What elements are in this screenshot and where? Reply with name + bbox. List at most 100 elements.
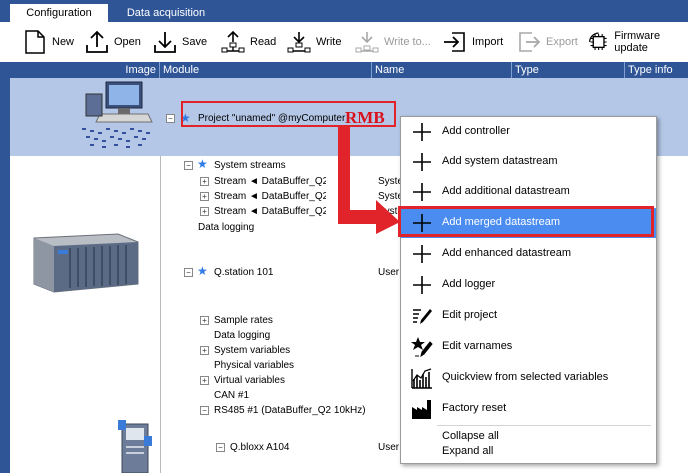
toolbar: New Open Save Read Write Write to... Imp… — [0, 22, 688, 63]
col-type-info[interactable]: Type info — [625, 62, 688, 78]
expand-toggle[interactable]: + — [200, 192, 209, 201]
star-icon: ★ — [197, 157, 208, 171]
import-label: Import — [472, 36, 504, 48]
write-to-label: Write to... — [384, 36, 431, 48]
menu-item-label: Edit project — [442, 309, 498, 321]
system-streams-label[interactable]: System streams — [214, 160, 286, 171]
new-label: New — [52, 36, 75, 48]
virtual-variables-label[interactable]: Virtual variables — [214, 375, 285, 386]
col-type[interactable]: Type — [512, 62, 625, 78]
qbloxx-label[interactable]: Q.bloxx A104 — [230, 442, 289, 453]
import-icon — [444, 32, 465, 52]
edit-varnames-icon — [411, 337, 433, 358]
new-file-icon — [25, 30, 45, 54]
left-gutter — [0, 62, 10, 473]
read-network-icon — [221, 30, 245, 53]
write-to-button[interactable]: Write to... — [354, 28, 431, 56]
tab-configuration[interactable]: Configuration — [10, 4, 108, 22]
collapse-toggle[interactable]: − — [184, 161, 193, 170]
qstation-device-icon — [33, 233, 139, 293]
write-to-icon — [355, 32, 379, 53]
stream-label[interactable]: Stream ◄ DataBuffer_Q2 10kHz — [214, 191, 326, 202]
qstation-name: User — [378, 267, 400, 278]
data-logging-label[interactable]: Data logging — [198, 222, 254, 233]
qbloxx-device-icon — [118, 420, 152, 473]
write-button[interactable]: Write — [286, 28, 341, 56]
menu-item-add-system-datastream[interactable]: Add system datastream — [401, 147, 656, 177]
expand-toggle[interactable]: + — [200, 316, 209, 325]
col-name[interactable]: Name — [372, 62, 512, 78]
menu-item-edit-varnames[interactable]: Edit varnames — [401, 332, 656, 362]
menu-item-label: Edit varnames — [442, 340, 513, 352]
menu-item-quickview[interactable]: Quickview from selected variables — [401, 363, 656, 393]
menu-separator — [437, 425, 651, 426]
firmware-update-icon — [589, 32, 607, 51]
collapse-toggle[interactable]: − — [216, 443, 225, 452]
new-button[interactable]: New — [22, 28, 74, 56]
menu-item-factory-reset[interactable]: Factory reset — [401, 394, 656, 424]
save-button[interactable]: Save — [152, 28, 207, 56]
stream-label[interactable]: Stream ◄ DataBuffer_Q2 10kHz — [214, 176, 326, 187]
tab-data-acquisition[interactable]: Data acquisition — [118, 4, 214, 22]
menu-item-add-additional-datastream[interactable]: Add additional datastream — [401, 177, 656, 207]
menu-item-label: Add enhanced datastream — [442, 247, 572, 259]
download-icon — [154, 32, 176, 53]
menu-item-expand-all[interactable]: Expand all — [442, 445, 493, 457]
menu-item-add-controller[interactable]: Add controller — [401, 117, 656, 147]
data-logging-label[interactable]: Data logging — [214, 330, 270, 341]
menu-item-label: Add system datastream — [442, 155, 558, 167]
open-button[interactable]: Open — [84, 28, 141, 56]
expand-toggle[interactable]: + — [200, 207, 209, 216]
annotation-arrow-icon — [338, 126, 400, 234]
col-image[interactable]: Image — [10, 62, 160, 78]
plus-icon — [413, 276, 431, 294]
import-button[interactable]: Import — [442, 28, 503, 56]
col-module[interactable]: Module — [160, 62, 372, 78]
plus-icon — [413, 245, 431, 263]
context-menu: Add controller Add system datastream Add… — [400, 116, 657, 464]
expand-toggle[interactable]: + — [200, 376, 209, 385]
menu-item-label: Add controller — [442, 125, 510, 137]
collapse-toggle[interactable]: − — [166, 114, 175, 123]
expand-toggle[interactable]: + — [200, 177, 209, 186]
quickview-chart-icon — [411, 368, 432, 389]
system-variables-label[interactable]: System variables — [214, 345, 290, 356]
computer-icon — [82, 81, 153, 148]
collapse-toggle[interactable]: − — [184, 268, 193, 277]
firmware-update-label: Firmware update — [614, 30, 661, 54]
annotation-rmb-label: RMB — [345, 108, 385, 127]
menu-item-collapse-all[interactable]: Collapse all — [442, 430, 499, 442]
firmware-update-button[interactable]: Firmware update — [587, 28, 688, 56]
upload-icon — [86, 30, 108, 53]
physical-variables-label[interactable]: Physical variables — [214, 360, 294, 371]
menu-item-label: Factory reset — [442, 402, 507, 414]
menu-item-label: Quickview from selected variables — [442, 371, 609, 383]
menu-item-label: Add logger — [442, 278, 496, 290]
column-header: Image Module Name Type Type info — [10, 62, 688, 78]
write-label: Write — [316, 36, 342, 48]
expand-toggle[interactable]: + — [200, 346, 209, 355]
plus-icon — [413, 123, 431, 141]
qstation-label[interactable]: Q.station 101 — [214, 267, 273, 278]
can-label[interactable]: CAN #1 — [214, 390, 249, 401]
sample-rates-label[interactable]: Sample rates — [214, 315, 273, 326]
menu-item-add-enhanced-datastream[interactable]: Add enhanced datastream — [401, 239, 656, 269]
read-label: Read — [250, 36, 277, 48]
menu-item-label: Add additional datastream — [442, 185, 570, 197]
save-label: Save — [182, 36, 208, 48]
tab-strip: Configuration Data acquisition — [0, 0, 688, 22]
write-network-icon — [287, 32, 311, 53]
collapse-toggle[interactable]: − — [200, 406, 209, 415]
qbloxx-name: User — [378, 442, 400, 453]
menu-item-add-logger[interactable]: Add logger — [401, 270, 656, 300]
stream-label[interactable]: Stream ◄ DataBuffer_Q2 10kHz — [214, 206, 326, 217]
export-button[interactable]: Export — [516, 28, 578, 56]
rs485-label[interactable]: RS485 #1 (DataBuffer_Q2 10kHz) — [214, 405, 366, 416]
menu-item-edit-project[interactable]: Edit project — [401, 301, 656, 331]
plus-icon — [413, 183, 431, 201]
column-divider — [160, 156, 161, 473]
read-button[interactable]: Read — [220, 28, 276, 56]
factory-icon — [412, 400, 431, 419]
export-icon — [519, 32, 541, 52]
plus-icon — [413, 153, 431, 171]
